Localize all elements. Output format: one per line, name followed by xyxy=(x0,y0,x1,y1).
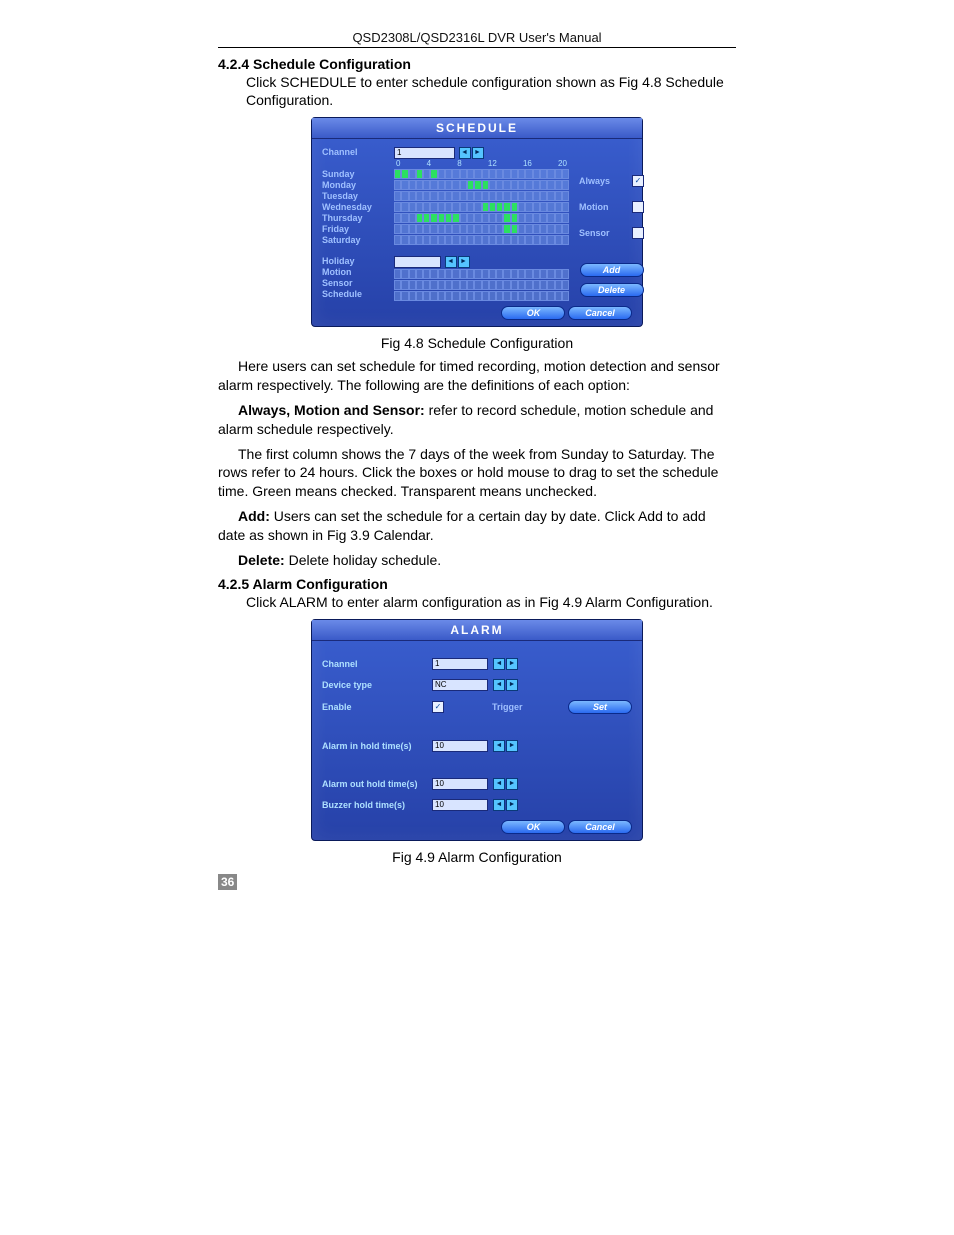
buzzer-label: Buzzer hold time(s) xyxy=(322,800,432,810)
divider xyxy=(218,47,736,48)
day-thu: Thursday xyxy=(322,213,384,224)
right-arrow-icon[interactable]: ► xyxy=(506,740,518,752)
cancel-button[interactable]: Cancel xyxy=(568,306,632,320)
day-sun: Sunday xyxy=(322,169,384,180)
day-fri: Friday xyxy=(322,224,384,235)
alarm-out-stepper[interactable]: ◄► xyxy=(492,778,518,790)
schedule-panel: SCHEDULE Channel Sunday Monday Tuesday W… xyxy=(311,117,643,327)
right-arrow-icon[interactable]: ► xyxy=(506,778,518,790)
alarm-panel: ALARM Channel 1 ◄► Device type NC ◄► Ena… xyxy=(311,619,643,841)
alarm-title: ALARM xyxy=(312,620,642,641)
left-arrow-icon[interactable]: ◄ xyxy=(493,778,505,790)
section-heading-425: 4.2.5 Alarm Configuration xyxy=(218,576,736,592)
alarm-in-label: Alarm in hold time(s) xyxy=(322,741,432,751)
alarm-channel-label: Channel xyxy=(322,659,432,669)
right-arrow-icon[interactable]: ► xyxy=(506,799,518,811)
fig48-caption: Fig 4.8 Schedule Configuration xyxy=(218,335,736,351)
day-wed: Wednesday xyxy=(322,202,384,213)
body-text: Always, Motion and Sensor: refer to reco… xyxy=(218,401,736,439)
enable-checkbox[interactable]: ✓ xyxy=(432,701,444,713)
trigger-label: Trigger xyxy=(492,702,523,712)
set-button[interactable]: Set xyxy=(568,700,632,714)
alarm-in-input[interactable]: 10 xyxy=(432,740,488,752)
delete-button[interactable]: Delete xyxy=(580,283,644,297)
section-intro: Click SCHEDULE to enter schedule configu… xyxy=(246,74,736,109)
hour-axis: 048121620 xyxy=(394,159,569,168)
alarm-ok-button[interactable]: OK xyxy=(501,820,565,834)
fig49-caption: Fig 4.9 Alarm Configuration xyxy=(218,849,736,865)
channel-input[interactable]: 1 xyxy=(394,147,455,159)
alarm-out-input[interactable]: 10 xyxy=(432,778,488,790)
ok-button[interactable]: OK xyxy=(501,306,565,320)
page-header: QSD2308L/QSD2316L DVR User's Manual xyxy=(0,30,954,45)
schedule-grid[interactable] xyxy=(394,169,569,245)
alarm-in-stepper[interactable]: ◄► xyxy=(492,740,518,752)
day-mon: Monday xyxy=(322,180,384,191)
day-sat: Saturday xyxy=(322,235,384,246)
left-arrow-icon[interactable]: ◄ xyxy=(459,147,471,159)
motion-checkbox[interactable] xyxy=(632,201,644,213)
right-arrow-icon[interactable]: ► xyxy=(506,658,518,670)
section-intro: Click ALARM to enter alarm configuration… xyxy=(246,594,736,612)
channel-label: Channel xyxy=(322,147,384,158)
alarm-cancel-button[interactable]: Cancel xyxy=(568,820,632,834)
body-text: Here users can set schedule for timed re… xyxy=(218,357,736,395)
motion-opt-label: Motion xyxy=(579,202,609,212)
day-tue: Tuesday xyxy=(322,191,384,202)
alarm-channel-input[interactable]: 1 xyxy=(432,658,488,670)
always-checkbox[interactable]: ✓ xyxy=(632,175,644,187)
buzzer-input[interactable]: 10 xyxy=(432,799,488,811)
alarm-channel-stepper[interactable]: ◄► xyxy=(492,658,518,670)
device-type-stepper[interactable]: ◄► xyxy=(492,679,518,691)
left-arrow-icon[interactable]: ◄ xyxy=(445,256,457,268)
holiday-input[interactable] xyxy=(394,256,441,268)
enable-label: Enable xyxy=(322,702,432,712)
channel-stepper[interactable]: ◄► xyxy=(458,147,484,159)
body-text: Add: Users can set the schedule for a ce… xyxy=(218,507,736,545)
buzzer-stepper[interactable]: ◄► xyxy=(492,799,518,811)
page-number: 36 xyxy=(218,874,237,890)
alarm-out-label: Alarm out hold time(s) xyxy=(322,779,432,789)
motion-label: Motion xyxy=(322,267,384,278)
always-label: Always xyxy=(579,176,610,186)
device-type-input[interactable]: NC xyxy=(432,679,488,691)
holiday-label: Holiday xyxy=(322,256,384,267)
left-arrow-icon[interactable]: ◄ xyxy=(493,740,505,752)
sensor-checkbox[interactable] xyxy=(632,227,644,239)
right-arrow-icon[interactable]: ► xyxy=(458,256,470,268)
add-button[interactable]: Add xyxy=(580,263,644,277)
left-arrow-icon[interactable]: ◄ xyxy=(493,679,505,691)
schedule-title: SCHEDULE xyxy=(312,118,642,139)
left-arrow-icon[interactable]: ◄ xyxy=(493,658,505,670)
right-arrow-icon[interactable]: ► xyxy=(506,679,518,691)
section-heading-424: 4.2.4 Schedule Configuration xyxy=(218,56,736,72)
body-text: The first column shows the 7 days of the… xyxy=(218,445,736,502)
sensor-label: Sensor xyxy=(322,278,384,289)
holiday-stepper[interactable]: ◄► xyxy=(444,256,470,268)
extra-grid[interactable] xyxy=(394,269,569,301)
device-type-label: Device type xyxy=(322,680,432,690)
left-arrow-icon[interactable]: ◄ xyxy=(493,799,505,811)
sensor-opt-label: Sensor xyxy=(579,228,610,238)
right-arrow-icon[interactable]: ► xyxy=(472,147,484,159)
body-text: Delete: Delete holiday schedule. xyxy=(218,551,736,570)
schedule-label: Schedule xyxy=(322,289,384,300)
